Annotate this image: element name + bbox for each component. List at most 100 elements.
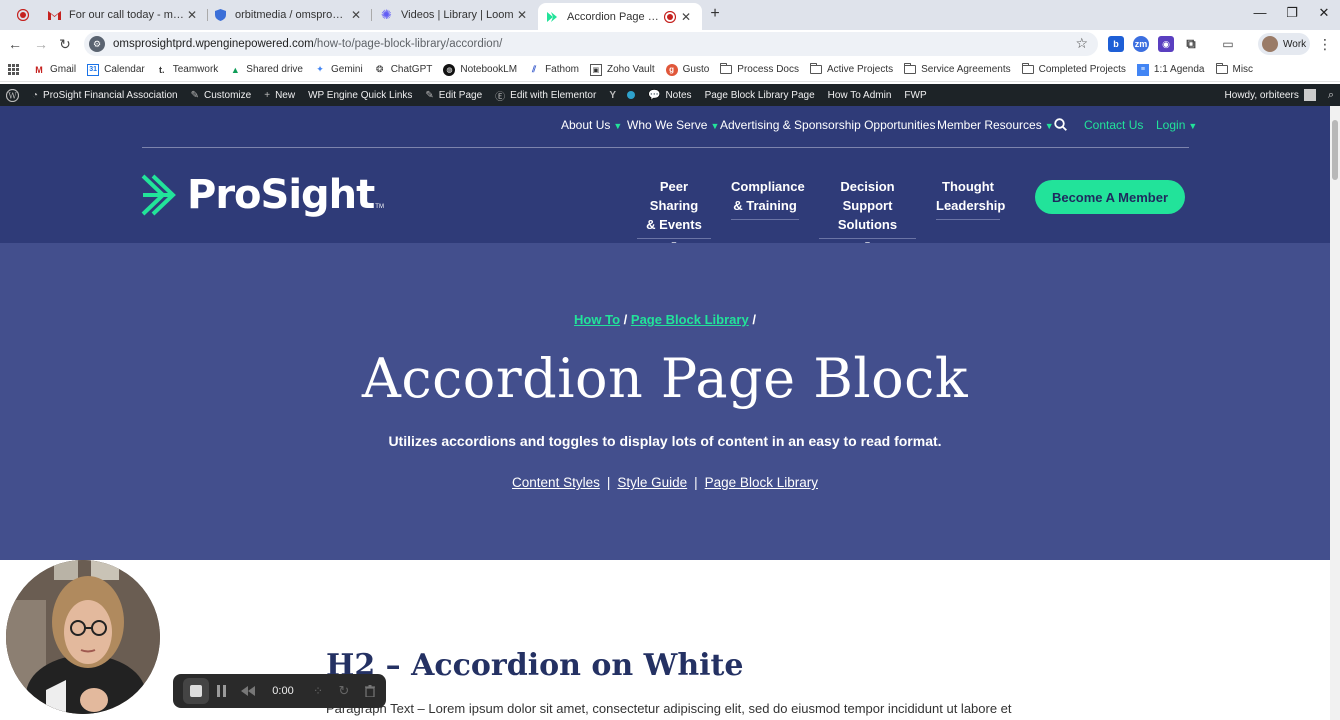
close-icon[interactable]: ✕: [184, 8, 200, 22]
breadcrumb-how-to[interactable]: How To: [574, 312, 620, 327]
become-member-button[interactable]: Become A Member: [1035, 180, 1185, 214]
wp-customize[interactable]: ✎ Customize: [191, 90, 252, 101]
wp-edit-page[interactable]: ✎ Edit Page: [425, 90, 482, 101]
minimize-icon[interactable]: —: [1250, 5, 1270, 20]
bookmark-misc[interactable]: Misc: [1215, 63, 1253, 76]
status-dot-icon: [626, 91, 635, 99]
nav-login[interactable]: Login ▼: [1156, 118, 1197, 132]
bookmark-star-icon[interactable]: ☆: [1075, 35, 1088, 52]
prosight-logo[interactable]: ProSight TM: [141, 172, 384, 218]
notebooklm-icon: ◍: [443, 63, 456, 76]
chevron-down-icon: ▼: [710, 121, 720, 131]
chevron-down-icon: ▼: [1188, 121, 1198, 131]
page-title: Accordion Page Block: [361, 347, 969, 410]
user-avatar[interactable]: [1303, 89, 1316, 101]
mainnav-peer-sharing[interactable]: Peer Sharing& Events ▼: [637, 177, 711, 249]
link-page-block-library[interactable]: Page Block Library: [705, 475, 818, 490]
bookmark-process-docs[interactable]: Process Docs: [720, 63, 799, 76]
side-panel-icon[interactable]: ▭: [1220, 36, 1236, 52]
zoom-icon[interactable]: zm: [1133, 36, 1149, 52]
wp-engine-quick-links[interactable]: WP Engine Quick Links: [308, 90, 412, 101]
nav-advertising[interactable]: Advertising & Sponsorship Opportunities: [720, 118, 935, 132]
reload-icon[interactable]: ↻: [56, 35, 74, 53]
profile-button[interactable]: Work: [1258, 33, 1310, 55]
bookmark-notebooklm[interactable]: ◍ NotebookLM: [443, 63, 517, 76]
site-info-icon[interactable]: ⚙: [89, 36, 105, 52]
loom-webcam-bubble[interactable]: [6, 560, 160, 714]
apps-grid-icon[interactable]: [8, 64, 19, 75]
link-content-styles[interactable]: Content Styles: [512, 475, 600, 490]
stop-recording-button[interactable]: [183, 678, 209, 704]
wp-new[interactable]: + New: [264, 90, 295, 101]
bookmark-gusto[interactable]: g Gusto: [665, 63, 709, 76]
restore-icon[interactable]: ❐: [1282, 5, 1302, 21]
trash-icon[interactable]: [357, 678, 383, 704]
wp-edit-elementor[interactable]: Ⓔ Edit with Elementor: [495, 88, 596, 103]
restart-icon[interactable]: ↻: [331, 678, 357, 704]
breadcrumb-page-block-library[interactable]: Page Block Library: [631, 312, 749, 327]
bookmark-agenda[interactable]: ≡ 1:1 Agenda: [1136, 63, 1205, 76]
mainnav-compliance[interactable]: Compliance & Training: [731, 177, 805, 220]
tab-label: Accordion Page Block | Pro: [567, 10, 659, 23]
browser-menu-icon[interactable]: ⋮: [1318, 36, 1332, 53]
link-style-guide[interactable]: Style Guide: [617, 475, 687, 490]
nav-contact-us[interactable]: Contact Us: [1084, 118, 1143, 132]
tab-loom[interactable]: ✺ Videos | Library | Loom ✕: [372, 4, 538, 26]
wp-notes[interactable]: 💬 Notes: [648, 90, 692, 101]
tab-gmail[interactable]: For our call today - mandy@or ✕: [40, 4, 208, 26]
section-paragraph: Paragraph Text – Lorem ipsum dolor sit a…: [326, 701, 1012, 716]
tab-accordion-active[interactable]: Accordion Page Block | Pro ✕: [538, 3, 702, 30]
bookmark-gmail[interactable]: M Gmail: [33, 64, 76, 76]
page-subtitle: Utilizes accordions and toggles to displ…: [388, 433, 942, 449]
bookmark-shared-drive[interactable]: ▲ Shared drive: [229, 64, 303, 76]
nav-who-we-serve[interactable]: Who We Serve ▼: [627, 118, 719, 132]
bookmark-zoho-vault[interactable]: ▣ Zoho Vault: [589, 63, 655, 76]
extensions-puzzle-icon[interactable]: ⧉: [1183, 36, 1199, 52]
nav-member-resources[interactable]: Member Resources ▼: [937, 118, 1054, 132]
mainnav-decision-support[interactable]: Decision SupportSolutions ▼: [819, 177, 916, 249]
close-icon[interactable]: ✕: [678, 10, 694, 24]
folder-icon: [720, 63, 733, 76]
new-tab-button[interactable]: +: [706, 5, 724, 23]
mainnav-thought-leadership[interactable]: Thought Leadership: [936, 177, 1005, 220]
site-header: About Us ▼ Who We Serve ▼ Advertising & Sp…: [0, 106, 1330, 249]
wp-fwp[interactable]: FWP: [904, 90, 926, 101]
tab-recording[interactable]: [8, 4, 38, 26]
avatar: [1262, 36, 1278, 52]
pause-button[interactable]: [209, 678, 235, 704]
yoast-icon[interactable]: Y: [609, 90, 621, 101]
close-icon[interactable]: ✕: [348, 8, 364, 22]
plus-icon: +: [264, 89, 271, 101]
logo-trademark: TM: [375, 204, 384, 210]
tab-wpengine[interactable]: orbitmedia / omsprosightprd – ✕: [206, 4, 372, 26]
nav-about-us[interactable]: About Us ▼: [561, 118, 622, 132]
chevron-down-icon: ▼: [1044, 121, 1054, 131]
search-icon[interactable]: ⌕: [1328, 89, 1334, 102]
search-icon[interactable]: [1054, 118, 1067, 134]
wordpress-logo-icon[interactable]: W: [6, 88, 19, 102]
forward-icon[interactable]: →: [32, 35, 50, 53]
bookmarks-bar: M Gmail 31 Calendar t. Teamwork ▲ Shared dri…: [0, 58, 1340, 82]
bookmark-chatgpt[interactable]: ❂ ChatGPT: [374, 64, 432, 76]
bookmark-calendar[interactable]: 31 Calendar: [87, 63, 145, 76]
grid-dots-icon[interactable]: ⁘: [305, 678, 331, 704]
wp-site-name[interactable]: ◔ ProSight Financial Association: [32, 90, 178, 101]
scrollbar-thumb[interactable]: [1332, 120, 1338, 180]
rewind-button[interactable]: [235, 678, 261, 704]
bookmark-active-projects[interactable]: Active Projects: [809, 63, 893, 76]
back-icon[interactable]: ←: [6, 35, 24, 53]
wp-page-block-library-page[interactable]: Page Block Library Page: [705, 90, 815, 101]
bookmark-gemini[interactable]: ✦ Gemini: [314, 64, 362, 76]
close-icon[interactable]: ✕: [514, 8, 530, 22]
window-close-icon[interactable]: ✕: [1314, 5, 1334, 21]
bitwarden-icon[interactable]: b: [1108, 36, 1124, 52]
bookmark-completed-projects[interactable]: Completed Projects: [1021, 63, 1126, 76]
bookmark-teamwork[interactable]: t. Teamwork: [156, 64, 218, 76]
bookmark-service-agreements[interactable]: Service Agreements: [904, 63, 1011, 76]
wp-how-to-admin[interactable]: How To Admin: [828, 90, 892, 101]
address-bar[interactable]: ⚙ omsprosightprd.wpenginepowered.com/how…: [84, 32, 1098, 56]
page-scrollbar[interactable]: [1330, 106, 1340, 720]
extension-badge-icon[interactable]: ◉: [1158, 36, 1174, 52]
wp-howdy[interactable]: Howdy, orbiteers: [1225, 90, 1299, 101]
bookmark-fathom[interactable]: ⫽ Fathom: [528, 64, 579, 76]
